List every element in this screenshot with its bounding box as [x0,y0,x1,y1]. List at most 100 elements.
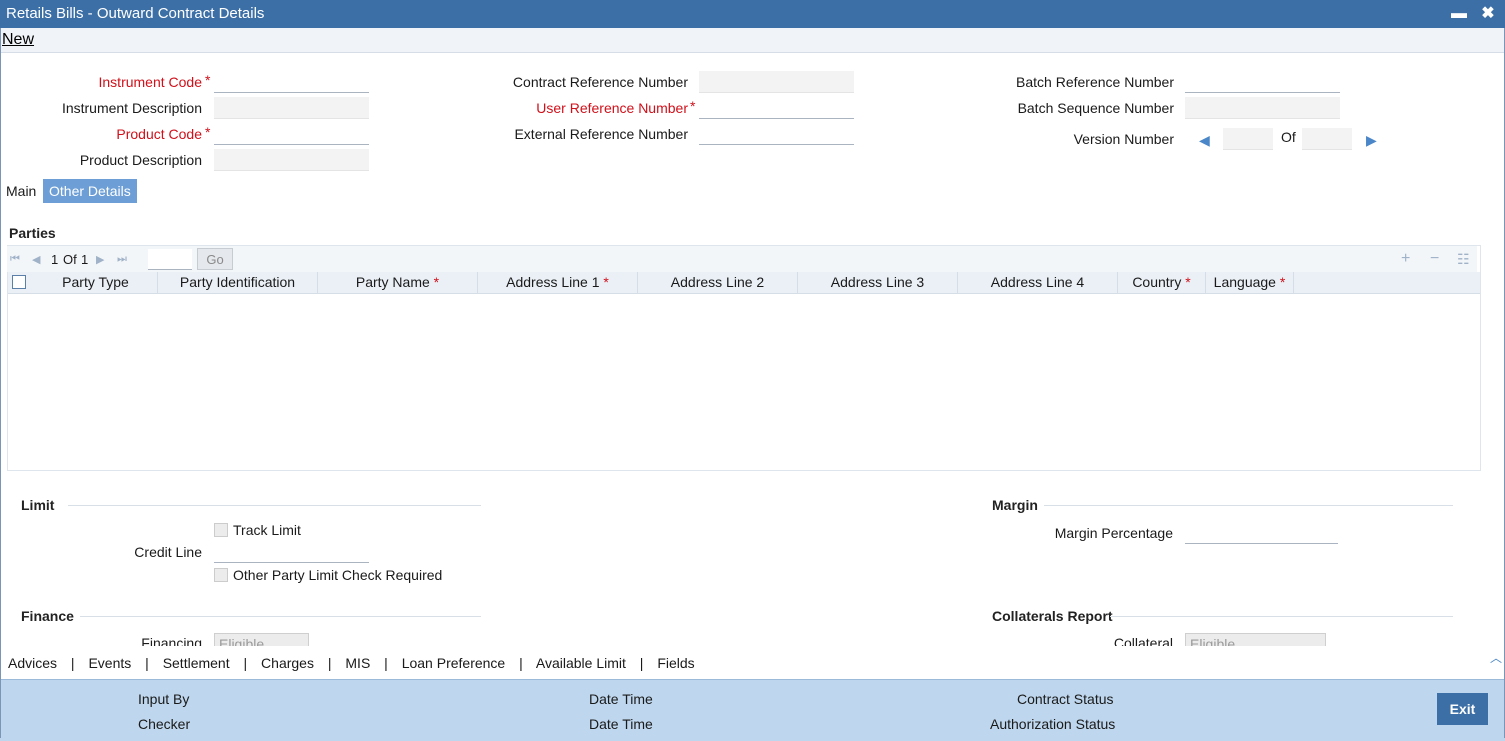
external-reference-label: External Reference Number [514,126,688,142]
separator: | [639,655,644,671]
contract-reference-label: Contract Reference Number [512,74,688,90]
financing-select[interactable]: Eligible [214,633,309,646]
select-all-checkbox[interactable] [12,275,26,289]
checker-label: Checker [138,716,191,732]
page-number-input[interactable] [148,249,192,270]
audit-footer [0,679,1505,741]
column-header[interactable]: Address Line 2 [638,272,798,293]
parties-grid-header: Party Type Party Identification Party Na… [8,272,1480,294]
delete-row-icon[interactable]: − [1430,250,1439,268]
track-limit-label: Track Limit [233,522,301,538]
version-total-input[interactable] [1302,128,1352,150]
required-star: * [205,124,211,140]
advices-link[interactable]: Advices [8,655,57,671]
collateral-label: Collateral [1113,635,1173,646]
limit-section-title: Limit [21,497,55,513]
user-reference-input[interactable] [699,97,854,119]
product-code-input[interactable] [214,123,369,145]
financing-label: Financing [141,635,202,646]
batch-sequence-label: Batch Sequence Number [1017,100,1174,116]
track-limit-checkbox[interactable] [214,523,228,537]
separator: | [327,655,332,671]
instrument-description-input[interactable] [214,97,369,119]
pager-of: Of [63,252,77,267]
section-divider [80,616,481,617]
charges-link[interactable]: Charges [261,655,314,671]
close-icon[interactable]: ✖ [1478,4,1498,24]
column-header[interactable]: Address Line 3 [798,272,958,293]
finance-section-title: Finance [21,608,74,624]
clipped-scroll-area: Financing Eligible Collateral Eligible [0,630,1505,646]
settlement-link[interactable]: Settlement [163,655,230,671]
next-page-icon[interactable]: ▶ [96,253,104,266]
contract-status-label: Contract Status [1017,691,1114,707]
required-star: * [205,72,211,88]
events-link[interactable]: Events [88,655,131,671]
next-version-icon[interactable]: ▶ [1366,132,1377,149]
mis-link[interactable]: MIS [345,655,370,671]
add-row-icon[interactable]: + [1401,250,1410,268]
required-star: * [690,98,696,114]
column-header[interactable]: Address Line 4 [958,272,1118,293]
other-party-limit-label: Other Party Limit Check Required [233,567,443,583]
version-of-label: Of [1281,129,1296,145]
date-time-label: Date Time [589,691,653,707]
batch-sequence-input[interactable] [1185,97,1340,119]
product-description-label: Product Description [79,152,202,168]
subsystem-links: Advices | Events | Settlement | Charges … [8,655,695,671]
section-divider [1044,505,1453,506]
column-header[interactable]: Party Identification [158,272,318,293]
collateral-select[interactable]: Eligible [1185,633,1326,646]
tab-main[interactable]: Main [0,179,42,203]
external-reference-input[interactable] [699,123,854,145]
separator: | [519,655,523,671]
window-titlebar: Retails Bills - Outward Contract Details… [0,0,1505,28]
separator: | [70,655,75,671]
column-header[interactable]: Party Type [34,272,158,293]
exit-button[interactable]: Exit [1437,693,1488,725]
pager-total: 1 [81,252,89,267]
pager-current: 1 [51,252,59,267]
last-page-icon[interactable]: ⏭ [117,253,127,266]
go-button[interactable]: Go [197,248,233,270]
column-header[interactable]: Country * [1118,272,1206,293]
margin-percentage-label: Margin Percentage [1054,525,1173,541]
product-description-input[interactable] [214,149,369,171]
single-view-icon[interactable]: ☷ [1457,251,1470,268]
new-button[interactable]: New [2,31,34,49]
minimize-icon[interactable]: ▬ [1449,4,1469,24]
version-number-input[interactable] [1223,128,1273,150]
other-party-limit-checkbox[interactable] [214,568,228,582]
first-page-icon[interactable]: ⏮ [10,253,20,266]
separator: | [145,655,149,671]
previous-version-icon[interactable]: ◀ [1199,132,1210,149]
column-header[interactable]: Address Line 1 * [478,272,638,293]
date-time-label: Date Time [589,716,653,732]
instrument-code-input[interactable] [214,71,369,93]
section-divider [68,505,481,506]
tab-other-details[interactable]: Other Details [43,179,137,203]
separator: | [243,655,248,671]
instrument-description-label: Instrument Description [61,100,202,116]
available-limit-link[interactable]: Available Limit [536,655,626,671]
product-code-label: Product Code [116,126,202,142]
collapse-icon[interactable]: ︿ [1490,649,1502,666]
previous-page-icon[interactable]: ◀ [32,253,40,266]
authorization-status-label: Authorization Status [990,716,1116,732]
version-number-label: Version Number [1073,131,1174,147]
batch-reference-input[interactable] [1185,71,1340,93]
parties-section-title: Parties [9,225,56,241]
loan-preference-link[interactable]: Loan Preference [402,655,506,671]
instrument-code-label: Instrument Code [98,74,203,90]
column-header[interactable]: Language * [1206,272,1294,293]
menu-bar: New [0,28,1505,53]
contract-reference-input[interactable] [699,71,854,93]
margin-percentage-input[interactable] [1185,522,1338,544]
margin-section-title: Margin [992,497,1038,513]
credit-line-input[interactable] [214,541,369,563]
user-reference-label: User Reference Number [536,100,688,116]
column-header[interactable]: Party Name * [318,272,478,293]
window-title: Retails Bills - Outward Contract Details [6,5,265,22]
credit-line-label: Credit Line [134,544,202,560]
fields-link[interactable]: Fields [657,655,694,671]
